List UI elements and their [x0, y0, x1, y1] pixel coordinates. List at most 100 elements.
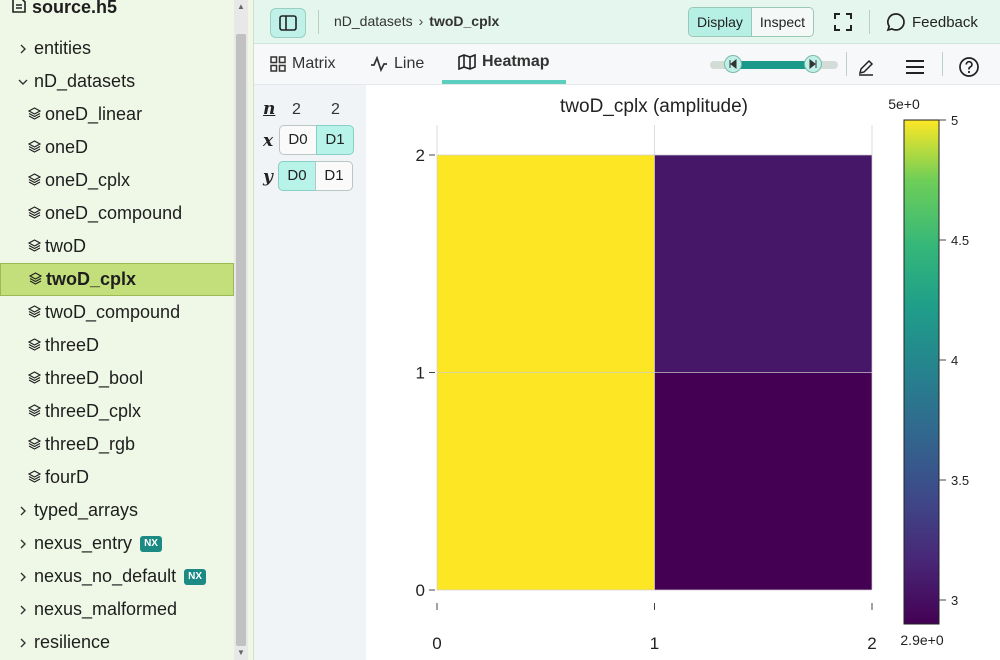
file-icon	[12, 0, 26, 18]
y-axis-d0-button[interactable]: D0	[278, 161, 316, 191]
x-tick-label: 0	[432, 634, 441, 653]
scrollbar-thumb[interactable]	[236, 34, 246, 646]
tree-item[interactable]: twoD_cplx	[0, 263, 234, 296]
display-mode-button[interactable]: Display	[689, 8, 751, 36]
tree-item-label: threeD_bool	[45, 368, 144, 388]
file-tree: source.h5 entities nD_datasets oneD_linear…	[0, 0, 234, 660]
tree-item-label: twoD_compound	[45, 302, 181, 322]
scroll-up-arrow-icon[interactable]: ▲	[234, 0, 248, 14]
chevron-down-icon[interactable]	[16, 74, 30, 90]
tree-item[interactable]: typed_arrays	[0, 494, 234, 527]
tree-item[interactable]: nexus_entry NX	[0, 527, 234, 560]
skip-start-icon	[729, 59, 737, 69]
tree-item[interactable]: oneD_linear	[0, 98, 234, 131]
line-chart-icon	[371, 56, 387, 72]
feedback-label: Feedback	[912, 13, 978, 31]
dimension-range-slider[interactable]	[710, 55, 838, 73]
x-axis: 0 1 2	[432, 603, 877, 653]
tab-line-label: Line	[394, 55, 425, 72]
tree-item-label: oneD_cplx	[45, 170, 131, 190]
colorbar-tick-label: 3	[951, 593, 958, 608]
dataset-layers-icon	[27, 401, 42, 422]
tree-item[interactable]: fourD	[0, 461, 234, 494]
tree-item-label: fourD	[45, 467, 90, 487]
x-tick-label: 1	[650, 634, 659, 653]
tree-item[interactable]: nexus_malformed	[0, 593, 234, 626]
help-button[interactable]	[958, 56, 980, 78]
tree-item[interactable]: nD_datasets	[0, 65, 234, 98]
tree-item[interactable]: entities	[0, 32, 234, 65]
menu-button[interactable]	[904, 56, 926, 78]
sidebar-toggle-button[interactable]	[270, 8, 306, 38]
y-tick-label: 1	[416, 364, 425, 383]
dataset-layers-icon	[27, 467, 42, 488]
tree-item[interactable]: threeD	[0, 329, 234, 362]
map-icon	[458, 54, 476, 70]
dim-size-1: 2	[331, 101, 340, 118]
skip-end-icon	[809, 59, 817, 69]
x-axis-d1-button[interactable]: D1	[316, 125, 354, 155]
breadcrumb: nD_datasets › twoD_cplx	[334, 13, 499, 29]
dataset-layers-icon	[27, 137, 42, 158]
feedback-button[interactable]: Feedback	[886, 12, 978, 32]
scroll-down-arrow-icon[interactable]: ▼	[234, 646, 248, 660]
tree-item[interactable]: twoD_compound	[0, 296, 234, 329]
breadcrumb-separator: ›	[418, 13, 424, 29]
app-root: source.h5 entities nD_datasets oneD_linear…	[0, 0, 1000, 660]
dataset-layers-icon	[27, 170, 42, 191]
heatmap-plot[interactable]: twoD_cplx (amplitude) 0 1 2 0 1 2 5e+0 5 4.5 4…	[366, 85, 1000, 660]
file-root[interactable]: source.h5	[0, 0, 234, 24]
tree-item[interactable]: twoD	[0, 230, 234, 263]
colorbar-tick-label: 4.5	[951, 233, 969, 248]
chart-title: twoD_cplx (amplitude)	[560, 96, 748, 117]
fullscreen-button[interactable]	[832, 11, 854, 33]
breadcrumb-parent[interactable]: nD_datasets	[334, 13, 413, 29]
tree-item[interactable]: oneD_compound	[0, 197, 234, 230]
heatmap-cell	[437, 155, 655, 373]
slider-end-knob[interactable]	[804, 55, 822, 73]
tree-item[interactable]: oneD_cplx	[0, 164, 234, 197]
tree-item-label: threeD_rgb	[45, 434, 136, 454]
tree-item[interactable]: nexus_no_default NX	[0, 560, 234, 593]
menu-icon	[906, 60, 924, 74]
x-axis-d0-button[interactable]: D0	[279, 125, 317, 155]
tab-line[interactable]: Line	[370, 44, 424, 84]
edit-button[interactable]	[855, 56, 877, 78]
colorbar-tick-label: 3.5	[951, 473, 969, 488]
colorbar-min-label: 2.9e+0	[900, 632, 943, 648]
tree-item[interactable]: threeD_bool	[0, 362, 234, 395]
tree-item-label: oneD	[45, 137, 89, 157]
chevron-right-icon[interactable]	[16, 536, 30, 552]
y-axis-d1-button[interactable]: D1	[315, 161, 353, 191]
dataset-layers-icon	[27, 104, 42, 125]
y-axis: 0 1 2	[416, 146, 435, 600]
nx-badge: NX	[184, 568, 207, 585]
tab-heatmap[interactable]: Heatmap	[442, 44, 566, 84]
sidebar-scrollbar[interactable]: ▲ ▼	[234, 0, 248, 660]
heatmap-cell	[654, 372, 872, 590]
tree-item[interactable]: threeD_cplx	[0, 395, 234, 428]
tab-matrix[interactable]: Matrix	[270, 44, 336, 84]
chevron-right-icon[interactable]	[16, 602, 30, 618]
chevron-right-icon[interactable]	[16, 41, 30, 57]
tree-item[interactable]: resilience	[0, 626, 234, 659]
chevron-right-icon[interactable]	[16, 635, 30, 651]
dataset-layers-icon	[27, 203, 42, 224]
colorbar-ticks: 5 4.5 4 3.5 3	[939, 113, 969, 608]
dataset-layers-icon	[28, 269, 43, 290]
tree-item-label: oneD_linear	[45, 104, 143, 124]
heatmap-svg[interactable]: twoD_cplx (amplitude) 0 1 2 0 1 2 5e+0 5 4.5 4…	[366, 85, 1000, 660]
colorbar-tick-label: 5	[951, 113, 958, 128]
slider-start-knob[interactable]	[724, 55, 742, 73]
heatmap-cell	[437, 372, 655, 590]
chevron-right-icon[interactable]	[16, 569, 30, 585]
tree-item[interactable]: oneD	[0, 131, 234, 164]
divider	[942, 52, 943, 76]
dims-y-label: y	[263, 167, 273, 187]
chat-bubble-icon	[886, 13, 905, 32]
inspect-mode-button[interactable]: Inspect	[750, 8, 814, 36]
tree-item[interactable]: threeD_rgb	[0, 428, 234, 461]
tree-item-label: oneD_compound	[45, 203, 183, 223]
colorbar: 5e+0 5 4.5 4 3.5 3 2.9e+0	[888, 96, 969, 648]
chevron-right-icon[interactable]	[16, 503, 30, 519]
